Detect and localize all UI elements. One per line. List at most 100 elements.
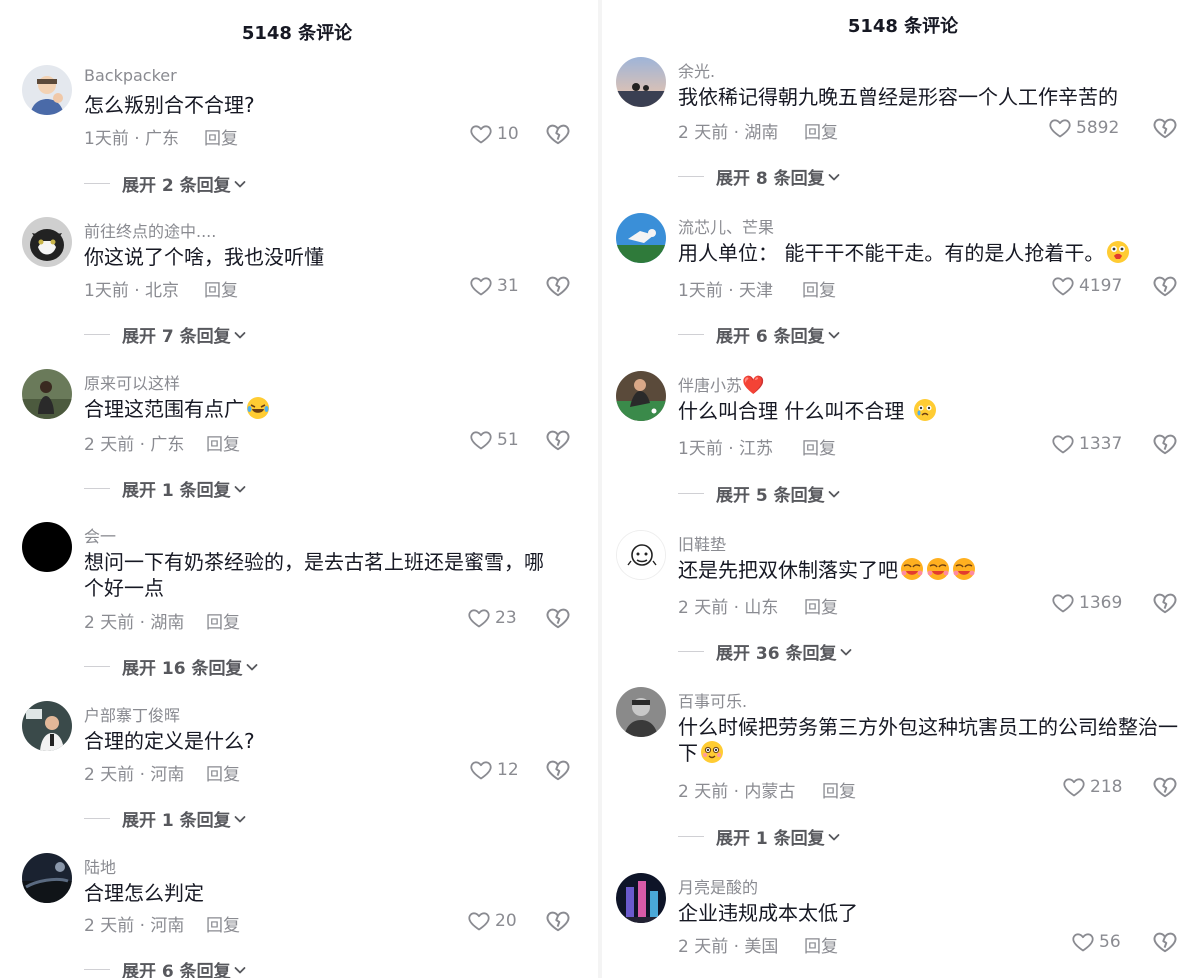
laugh-cry-emoji (246, 396, 270, 420)
reply-button[interactable]: 回复 (206, 430, 240, 455)
avatar[interactable] (22, 522, 72, 572)
dislike-button[interactable] (1152, 431, 1178, 457)
expand-replies-button[interactable]: 展开 36 条回复 (678, 639, 853, 664)
comment-text: 合理这范围有点广 (84, 396, 562, 422)
username[interactable]: 余光. (678, 58, 715, 82)
angry-emoji (926, 557, 950, 581)
chevron-down-icon (827, 170, 841, 184)
panel-divider (598, 0, 602, 978)
dislike-button[interactable] (1152, 929, 1178, 955)
username[interactable]: 前往终点的途中.... (84, 218, 216, 242)
dislike-button[interactable] (545, 908, 571, 934)
reply-button[interactable]: 回复 (822, 777, 856, 802)
reply-button[interactable]: 回复 (804, 932, 838, 957)
avatar[interactable] (616, 371, 666, 421)
dislike-button[interactable] (545, 605, 571, 631)
expand-replies-button[interactable]: 展开 6 条回复 (678, 322, 841, 347)
username[interactable]: 月亮是酸的 (678, 874, 758, 898)
expand-replies-label: 展开 6 条回复 (122, 962, 231, 978)
username[interactable]: Backpacker (84, 66, 177, 85)
username[interactable]: 伴唐小苏❤️ (678, 372, 764, 396)
avatar[interactable] (616, 687, 666, 737)
username[interactable]: 原来可以这样 (84, 370, 180, 394)
reply-button[interactable]: 回复 (804, 593, 838, 618)
like-button[interactable]: 5892 (1048, 115, 1144, 141)
comment-text-content: 用人单位： 能干干不能干走。有的是人抢着干。 (678, 241, 1105, 265)
like-count: 1337 (1079, 434, 1123, 454)
dislike-button[interactable] (1152, 273, 1178, 299)
expand-replies-button[interactable]: 展开 6 条回复 (84, 957, 247, 978)
expand-replies-button[interactable]: 展开 1 条回复 (84, 476, 247, 501)
dislike-button[interactable] (545, 273, 571, 299)
avatar[interactable] (616, 873, 666, 923)
like-count: 23 (495, 608, 517, 628)
reply-button[interactable]: 回复 (204, 124, 238, 149)
heart-icon (1071, 930, 1095, 954)
expand-replies-button[interactable]: 展开 5 条回复 (678, 481, 841, 506)
like-count: 51 (497, 430, 519, 450)
heart-icon (1051, 274, 1075, 298)
chevron-down-icon (827, 328, 841, 342)
like-count: 4197 (1079, 276, 1123, 296)
like-button[interactable]: 4197 (1051, 273, 1147, 299)
dislike-button[interactable] (545, 121, 571, 147)
chevron-down-icon (233, 963, 247, 977)
like-button[interactable]: 10 (469, 121, 549, 147)
dislike-button[interactable] (1152, 590, 1178, 616)
avatar[interactable] (22, 369, 72, 419)
comment-text: 你这说了个啥，我也没听懂 (84, 245, 324, 269)
like-button[interactable]: 31 (469, 273, 549, 299)
expand-replies-button[interactable]: 展开 16 条回复 (84, 654, 259, 679)
like-button[interactable]: 1369 (1051, 590, 1147, 616)
like-button[interactable]: 23 (467, 605, 547, 631)
avatar[interactable] (22, 701, 72, 751)
chevron-down-icon (233, 328, 247, 342)
heart-icon (469, 122, 493, 146)
dislike-button[interactable] (1152, 115, 1178, 141)
avatar[interactable] (616, 530, 666, 580)
expand-replies-button[interactable]: 展开 1 条回复 (84, 806, 247, 831)
reply-button[interactable]: 回复 (802, 276, 836, 301)
dislike-button[interactable] (545, 757, 571, 783)
angry-emoji (900, 557, 924, 581)
like-button[interactable]: 218 (1062, 774, 1152, 800)
expand-replies-label: 展开 1 条回复 (122, 811, 231, 831)
like-button[interactable]: 56 (1071, 929, 1151, 955)
comment-text-content: 合理这范围有点广 (84, 397, 244, 421)
expand-replies-label: 展开 8 条回复 (716, 169, 825, 189)
like-count: 5892 (1076, 118, 1120, 138)
reply-button[interactable]: 回复 (802, 434, 836, 459)
reply-button[interactable]: 回复 (206, 608, 240, 633)
chevron-down-icon (245, 660, 259, 674)
username[interactable]: 百事可乐. (678, 688, 747, 712)
username[interactable]: 会一 (84, 523, 116, 547)
reply-button[interactable]: 回复 (206, 760, 240, 785)
red-heart-emoji: ❤️ (742, 375, 765, 396)
username[interactable]: 流芯儿、芒果 (678, 214, 774, 238)
comment-text: 合理怎么判定 (84, 881, 204, 905)
expand-replies-button[interactable]: 展开 8 条回复 (678, 164, 841, 189)
username[interactable]: 陆地 (84, 854, 116, 878)
expand-replies-button[interactable]: 展开 7 条回复 (84, 322, 247, 347)
reply-button[interactable]: 回复 (204, 276, 238, 301)
like-button[interactable]: 51 (469, 427, 549, 453)
avatar[interactable] (616, 213, 666, 263)
avatar[interactable] (22, 853, 72, 903)
avatar[interactable] (22, 217, 72, 267)
avatar[interactable] (616, 57, 666, 107)
expand-replies-button[interactable]: 展开 1 条回复 (678, 824, 841, 849)
dislike-button[interactable] (545, 427, 571, 453)
like-button[interactable]: 20 (467, 908, 547, 934)
reply-button[interactable]: 回复 (804, 118, 838, 143)
avatar[interactable] (22, 65, 72, 115)
expand-replies-button[interactable]: 展开 2 条回复 (84, 171, 247, 196)
reply-button[interactable]: 回复 (206, 911, 240, 936)
expand-replies-label: 展开 1 条回复 (716, 829, 825, 849)
dislike-button[interactable] (1152, 774, 1178, 800)
like-button[interactable]: 12 (469, 757, 549, 783)
divider-line (84, 969, 110, 970)
like-button[interactable]: 1337 (1051, 431, 1147, 457)
comment-meta: 2 天前 · 河南 (84, 765, 185, 785)
username[interactable]: 户部寨丁俊晖 (84, 702, 180, 726)
username[interactable]: 旧鞋垫 (678, 531, 726, 555)
